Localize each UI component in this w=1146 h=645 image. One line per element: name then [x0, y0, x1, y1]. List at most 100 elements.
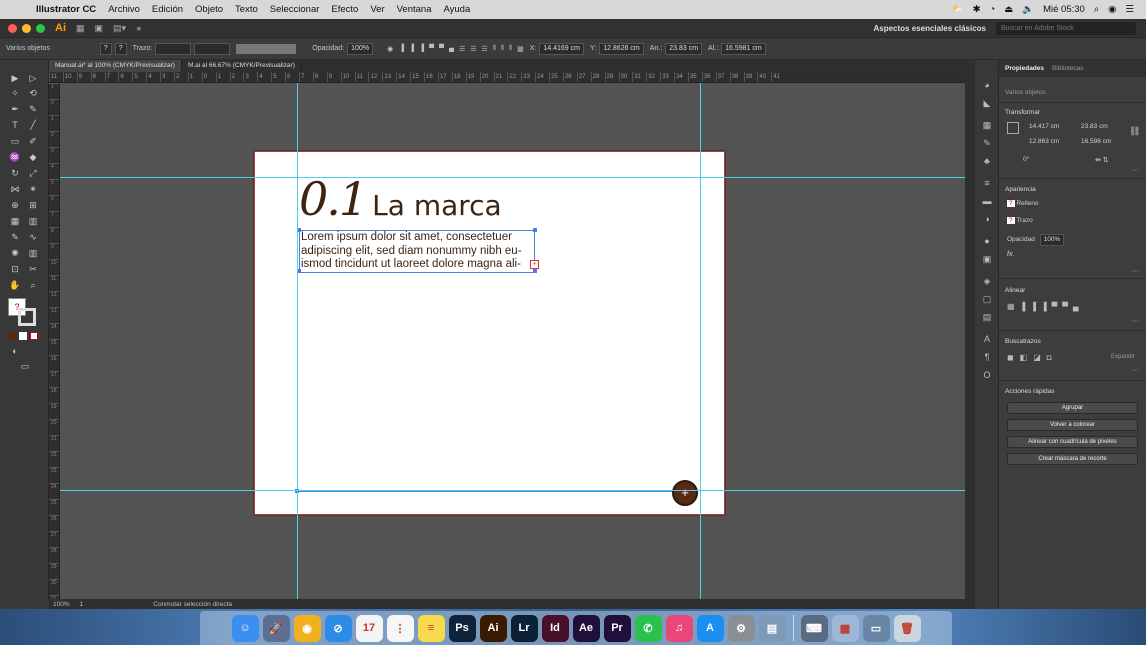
- fx-icon[interactable]: fx.: [1007, 251, 1014, 258]
- distribute-vcenter-icon[interactable]: ☰: [470, 45, 476, 53]
- photoshop-icon[interactable]: Ps: [448, 614, 476, 642]
- opacity-row[interactable]: Opacidad 100%: [1007, 234, 1065, 246]
- tab-properties[interactable]: Propiedades: [1005, 65, 1044, 72]
- artboards-panel-icon[interactable]: ▢: [980, 294, 994, 306]
- gradient-mode-icon[interactable]: [19, 332, 27, 340]
- safari-icon[interactable]: ⊘: [324, 614, 352, 642]
- keyboard-viewer-icon[interactable]: ⌨: [800, 614, 828, 642]
- lightroom-icon[interactable]: Lr: [510, 614, 538, 642]
- spotlight-icon[interactable]: ⌕: [1094, 4, 1099, 15]
- shaper-tool-icon[interactable]: ♒: [6, 151, 24, 164]
- menu-ver[interactable]: Ver: [370, 4, 384, 15]
- illustrator-icon[interactable]: Ai: [479, 614, 507, 642]
- clipping-mask-button[interactable]: Crear máscara de recorte: [1007, 453, 1138, 465]
- distribute-right-icon[interactable]: ⦀: [509, 45, 512, 53]
- hand-tool-icon[interactable]: ✋: [6, 279, 24, 292]
- app-name-menu[interactable]: Illustrator CC: [36, 4, 96, 15]
- distribute-bottom-icon[interactable]: ☰: [482, 45, 488, 53]
- panel-h-value[interactable]: 16.598 cm: [1081, 138, 1111, 145]
- heading[interactable]: 0.1 La marca: [299, 172, 502, 226]
- panel-y-value[interactable]: 12.863 cm: [1029, 138, 1059, 145]
- none-mode-icon[interactable]: [30, 332, 38, 340]
- stroke-label[interactable]: Trazo:: [133, 45, 153, 52]
- guide-horizontal-top[interactable]: [60, 177, 965, 178]
- rectangle-tool-icon[interactable]: ▭: [6, 135, 24, 148]
- reference-point-grid-icon[interactable]: [1007, 122, 1019, 134]
- guide-vertical-left[interactable]: [297, 83, 298, 599]
- tab-manual[interactable]: Manual.ai* al 100% (CMYK/Previsualizar): [49, 60, 182, 72]
- perspective-grid-icon[interactable]: ⊞: [24, 199, 42, 212]
- panel-align-icons[interactable]: ▦▐▐▐▀▀▄: [1007, 302, 1084, 311]
- lasso-tool-icon[interactable]: ⟲: [24, 87, 42, 100]
- draw-mode-icon[interactable]: ◐: [6, 345, 24, 358]
- screen-mode-icon[interactable]: ▭: [16, 360, 34, 373]
- width-tool-icon[interactable]: ⋈: [6, 183, 24, 196]
- group-button[interactable]: Agrupar: [1007, 402, 1138, 414]
- symbols-icon[interactable]: ♣: [980, 156, 994, 168]
- stroke-color-icon[interactable]: [18, 308, 36, 326]
- whatsapp-icon[interactable]: ✆: [634, 614, 662, 642]
- blend-tool-icon[interactable]: ∿: [24, 231, 42, 244]
- brushes-icon[interactable]: ✎: [980, 138, 994, 150]
- menu-ventana[interactable]: Ventana: [397, 4, 432, 15]
- puppet-warp-icon[interactable]: ✶: [24, 183, 42, 196]
- canvas[interactable]: 0.1 La marca Lorem ipsum dolor sit amet, …: [60, 83, 965, 599]
- artboard-tool-icon[interactable]: ⊡: [6, 263, 24, 276]
- bridge-icon[interactable]: ▦: [76, 23, 85, 34]
- x-input[interactable]: 14.4169 cm: [539, 42, 584, 55]
- calendar-icon[interactable]: 17: [355, 614, 383, 642]
- photoshop-file-icon[interactable]: ▦: [831, 614, 859, 642]
- selection-tool-icon[interactable]: ▶: [6, 72, 24, 85]
- paragraph-panel-icon[interactable]: ¶: [980, 352, 994, 364]
- align-title[interactable]: Alinear: [1005, 287, 1025, 294]
- swatches-icon[interactable]: ▦: [980, 120, 994, 132]
- rotate-tool-icon[interactable]: ↻: [6, 167, 24, 180]
- tab-libraries[interactable]: Bibliotecas: [1052, 65, 1083, 72]
- heading-number[interactable]: 0.1: [299, 172, 368, 226]
- menu-ayuda[interactable]: Ayuda: [443, 4, 470, 15]
- fill-row[interactable]: ? Relleno: [1007, 200, 1038, 207]
- transparency-icon[interactable]: ◑: [980, 214, 994, 226]
- status-mode[interactable]: Conmutar selección directa: [153, 601, 232, 608]
- mesh-tool-icon[interactable]: ▦: [6, 215, 24, 228]
- arrange-documents-icon[interactable]: ▤▾: [113, 23, 126, 34]
- color-guide-icon[interactable]: ◣: [980, 98, 994, 110]
- panel-w-value[interactable]: 23.83 cm: [1081, 123, 1108, 130]
- appearance-more-icon[interactable]: ⋯: [1132, 267, 1139, 275]
- eyedropper-tool-icon[interactable]: ✎: [6, 231, 24, 244]
- panel-x-value[interactable]: 14.417 cm: [1029, 123, 1059, 130]
- character-panel-icon[interactable]: A: [980, 334, 994, 346]
- zoom-level[interactable]: 100%: [53, 601, 70, 608]
- distribute-left-icon[interactable]: ⦀: [493, 45, 496, 53]
- appearance-panel-icon[interactable]: ●: [980, 236, 994, 248]
- asset-export-icon[interactable]: ▤: [980, 312, 994, 324]
- transform-more-icon[interactable]: ⋯: [1132, 166, 1139, 174]
- menu-seleccionar[interactable]: Seleccionar: [270, 4, 320, 15]
- expand-button[interactable]: Expandir: [1111, 354, 1135, 360]
- menu-archivo[interactable]: Archivo: [108, 4, 140, 15]
- align-top-icon[interactable]: ▀: [429, 45, 434, 53]
- h-input[interactable]: 16.5981 cm: [721, 42, 766, 55]
- stroke-panel-icon[interactable]: ≡: [980, 178, 994, 190]
- horizontal-ruler[interactable]: 11 10 9 8 7 6 5 4 3 2 1 0 1 2 3 4 5 6 7 8 9 10 11 12 13 14 15 16 17 1…: [49, 72, 965, 83]
- screen-window-icon[interactable]: ▭: [862, 614, 890, 642]
- zoom-window-button[interactable]: [36, 23, 45, 33]
- column-graph-icon[interactable]: ▥: [24, 247, 42, 260]
- color-mode-icon[interactable]: [8, 332, 16, 340]
- pathfinder-more-icon[interactable]: ⋯: [1132, 366, 1139, 374]
- selected-line[interactable]: [297, 491, 692, 492]
- stock-search-input[interactable]: Buscar en Adobe Stock: [996, 21, 1136, 35]
- appstore-icon[interactable]: A: [696, 614, 724, 642]
- bbox-handle-tr[interactable]: [533, 228, 537, 232]
- artboard[interactable]: 0.1 La marca Lorem ipsum dolor sit amet, …: [254, 151, 725, 515]
- notes-icon[interactable]: ≡: [417, 614, 445, 642]
- menu-efecto[interactable]: Efecto: [331, 4, 358, 15]
- overflow-text-icon[interactable]: +: [530, 260, 539, 269]
- aftereffects-icon[interactable]: Ae: [572, 614, 600, 642]
- panel-collapse-strip[interactable]: [965, 60, 975, 609]
- notification-center-icon[interactable]: ☰: [1125, 4, 1134, 15]
- shape-builder-icon[interactable]: ⊕: [6, 199, 24, 212]
- menu-texto[interactable]: Texto: [235, 4, 258, 15]
- indesign-icon[interactable]: Id: [541, 614, 569, 642]
- w-input[interactable]: 23.83 cm: [665, 42, 703, 55]
